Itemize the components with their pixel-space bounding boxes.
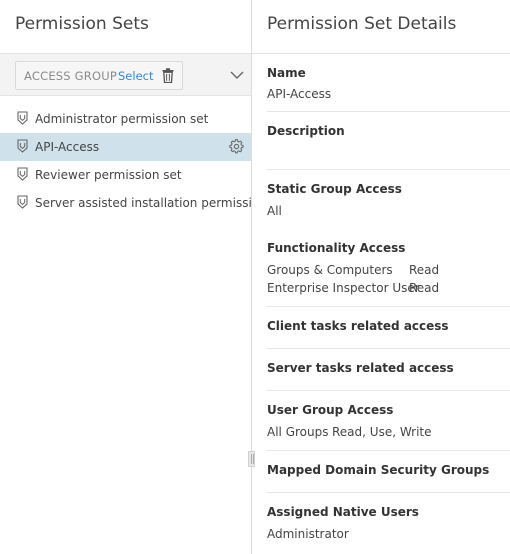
gear-icon[interactable] [229,139,244,154]
functionality-value: Read [409,281,440,295]
name-value: API-Access [267,87,332,101]
details-title: Permission Set Details [267,14,457,34]
user-group-row: All Groups Read, Use, Write [267,425,510,439]
shield-icon [17,111,28,125]
functionality-row: Groups & Computers Read [267,263,510,277]
user-group-key: All Groups [267,425,329,439]
assigned-native-users-section: Assigned Native Users Administrator [267,493,510,553]
functionality-row: Enterprise Inspector User Read [267,281,510,295]
filter-toolbar: ACCESS GROUP Select [0,53,251,96]
list-item[interactable]: API-Access [0,133,251,161]
trash-icon[interactable] [162,68,174,83]
functionality-key: Groups & Computers [267,263,393,277]
server-tasks-label: Server tasks related access [267,361,454,375]
list-item-label: Reviewer permission set [35,168,182,182]
access-group-filter[interactable]: ACCESS GROUP Select [15,61,183,90]
functionality-access-label: Functionality Access [267,241,406,255]
select-access-group-link[interactable]: Select [118,69,153,83]
user-group-access-section: User Group Access All Groups Read, Use, … [267,391,510,451]
list-item[interactable]: Reviewer permission set [0,161,251,189]
permission-set-details-panel: Permission Set Details Name API-Access D… [252,0,510,554]
functionality-key: Enterprise Inspector User [267,281,420,295]
mapped-domain-groups-label: Mapped Domain Security Groups [267,463,490,477]
server-tasks-section: Server tasks related access [267,349,510,391]
client-tasks-section: Client tasks related access [267,307,510,349]
static-group-access-section: Static Group Access All [267,170,510,228]
assigned-native-users-label: Assigned Native Users [267,505,419,519]
functionality-access-section: Functionality Access Groups & Computers … [267,229,510,307]
functionality-value: Read [409,263,440,277]
static-group-access-value: All [267,204,282,218]
list-item-label: Administrator permission set [35,112,209,126]
list-item[interactable]: Administrator permission set [0,105,251,133]
permission-sets-panel: Permission Sets ACCESS GROUP Select Admi… [0,0,251,554]
chevron-down-icon[interactable] [230,70,244,80]
list-item-label: Server assisted installation permission … [35,196,251,210]
user-group-access-label: User Group Access [267,403,394,417]
assigned-native-users-value: Administrator [267,527,349,541]
mapped-domain-groups-section: Mapped Domain Security Groups [267,451,510,493]
name-section: Name API-Access [267,54,510,112]
filter-label: ACCESS GROUP [24,69,117,83]
panel-title: Permission Sets [15,14,149,34]
shield-icon [17,167,28,181]
list-item[interactable]: Server assisted installation permission … [0,189,251,217]
static-group-access-label: Static Group Access [267,182,402,196]
user-group-value: Read, Use, Write [332,425,432,439]
description-section: Description [267,112,510,170]
shield-icon [17,139,28,153]
client-tasks-label: Client tasks related access [267,319,449,333]
permission-set-list: Administrator permission set API-Access … [0,105,251,217]
description-label: Description [267,124,345,138]
list-item-label: API-Access [35,140,100,154]
name-label: Name [267,66,306,80]
shield-icon [17,195,28,209]
